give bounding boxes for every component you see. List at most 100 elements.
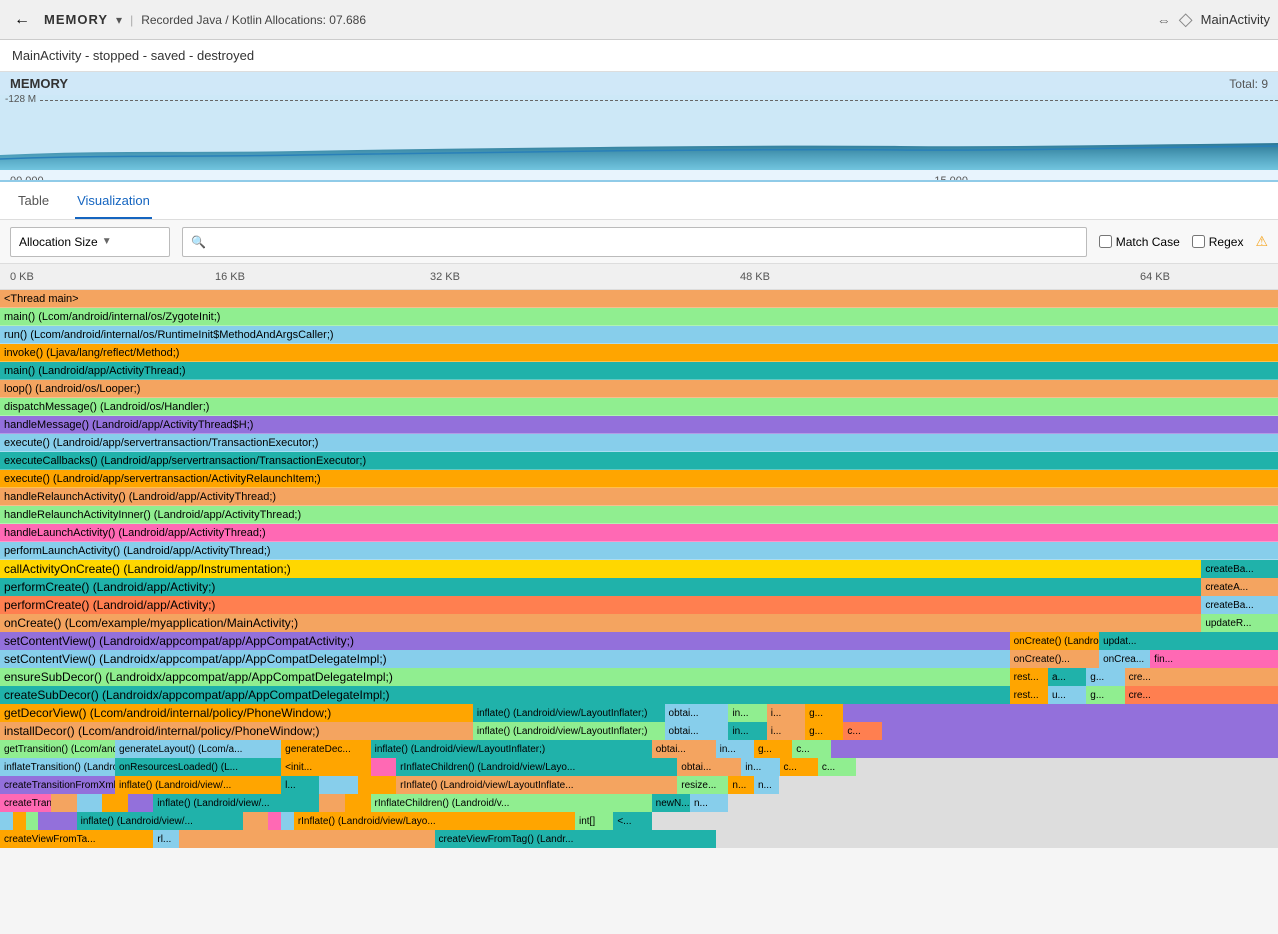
flame-row[interactable]: g...: [805, 704, 843, 722]
flame-row[interactable]: fin...: [1150, 650, 1278, 668]
flame-row[interactable]: [779, 776, 1278, 794]
flame-row[interactable]: cre...: [1125, 686, 1278, 704]
flame-row[interactable]: handleRelaunchActivity() (Landroid/app/A…: [0, 488, 1278, 506]
flame-row[interactable]: inflate() (Landroid/view/...: [77, 812, 243, 830]
flame-row[interactable]: createTransitionFromXml(...: [0, 776, 115, 794]
flame-row[interactable]: resize...: [677, 776, 728, 794]
flame-row[interactable]: in...: [741, 758, 779, 776]
regex-label[interactable]: Regex: [1192, 235, 1244, 249]
flame-row[interactable]: handleMessage() (Landroid/app/ActivityTh…: [0, 416, 1278, 434]
fit-icon[interactable]: ⇔: [1157, 12, 1171, 28]
match-case-label[interactable]: Match Case: [1099, 235, 1180, 249]
flame-row[interactable]: [831, 740, 1278, 758]
flame-row[interactable]: c...: [818, 758, 856, 776]
flame-row[interactable]: u...: [1048, 686, 1086, 704]
flame-row[interactable]: <...: [613, 812, 651, 830]
flame-row[interactable]: [128, 794, 154, 812]
flame-row[interactable]: getTransition() (Lcom/andr...: [0, 740, 115, 758]
flame-row[interactable]: obtai...: [652, 740, 716, 758]
flame-row[interactable]: handleRelaunchActivityInner() (Landroid/…: [0, 506, 1278, 524]
flame-row[interactable]: c...: [792, 740, 830, 758]
flame-row[interactable]: inflate() (Landroid/view/...: [153, 794, 319, 812]
flame-row[interactable]: i...: [767, 704, 805, 722]
flame-row[interactable]: [13, 812, 26, 830]
flame-row[interactable]: onResourcesLoaded() (L...: [115, 758, 281, 776]
flame-row[interactable]: <init...: [281, 758, 370, 776]
flame-row[interactable]: executeCallbacks() (Landroid/app/servert…: [0, 452, 1278, 470]
flame-row[interactable]: [38, 812, 76, 830]
flame-row[interactable]: [345, 794, 371, 812]
flame-row[interactable]: [358, 776, 396, 794]
flame-row[interactable]: [882, 722, 1278, 740]
flame-row[interactable]: obtai...: [665, 722, 729, 740]
flame-row[interactable]: createA...: [1201, 578, 1278, 596]
flame-row[interactable]: [51, 794, 77, 812]
flame-row[interactable]: createViewFromTa...: [0, 830, 153, 848]
flame-row[interactable]: n...: [754, 776, 780, 794]
flame-row[interactable]: setContentView() (Landroidx/appcompat/ap…: [0, 632, 1010, 650]
flame-row[interactable]: rInflateChildren() (Landroid/view/Layo..…: [396, 758, 677, 776]
toolbar-dropdown[interactable]: ▾: [116, 13, 122, 27]
flame-row[interactable]: rl...: [153, 830, 179, 848]
flame-row[interactable]: c...: [780, 758, 818, 776]
flame-row[interactable]: createBa...: [1201, 560, 1278, 578]
flame-row[interactable]: setContentView() (Landroidx/appcompat/ap…: [0, 650, 1010, 668]
flame-row[interactable]: cre...: [1125, 668, 1278, 686]
flame-row[interactable]: handleLaunchActivity() (Landroid/app/Act…: [0, 524, 1278, 542]
flame-row[interactable]: n...: [690, 794, 728, 812]
flame-row[interactable]: performCreate() (Landroid/app/Activity;): [0, 578, 1201, 596]
flame-row[interactable]: g...: [754, 740, 792, 758]
flame-row[interactable]: loop() (Landroid/os/Looper;): [0, 380, 1278, 398]
flame-row[interactable]: generateLayout() (Lcom/a...: [115, 740, 281, 758]
flame-row[interactable]: obtai...: [665, 704, 729, 722]
flame-row[interactable]: i...: [767, 722, 805, 740]
flame-row[interactable]: [77, 794, 103, 812]
flame-row[interactable]: [652, 812, 1278, 830]
flame-row[interactable]: inflate() (Landroid/view/...: [115, 776, 281, 794]
flame-row[interactable]: [319, 794, 345, 812]
flame-row[interactable]: a...: [1048, 668, 1086, 686]
flame-row[interactable]: [319, 776, 357, 794]
flame-row[interactable]: execute() (Landroid/app/servertransactio…: [0, 470, 1278, 488]
flame-row[interactable]: ensureSubDecor() (Landroidx/appcompat/ap…: [0, 668, 1010, 686]
pin-icon[interactable]: ◇: [1179, 9, 1193, 30]
flame-row[interactable]: l...: [281, 776, 319, 794]
flame-row[interactable]: rest...: [1010, 686, 1048, 704]
flame-row[interactable]: [268, 812, 281, 830]
flame-row[interactable]: [728, 794, 1278, 812]
flame-row[interactable]: dispatchMessage() (Landroid/os/Handler;): [0, 398, 1278, 416]
flame-row[interactable]: [179, 830, 435, 848]
flame-row[interactable]: g...: [805, 722, 843, 740]
flame-row[interactable]: generateDec...: [281, 740, 370, 758]
flame-row[interactable]: createViewFromTag() (Landr...: [435, 830, 716, 848]
flame-row[interactable]: [856, 758, 1278, 776]
match-case-checkbox[interactable]: [1099, 235, 1112, 248]
flame-row[interactable]: installDecor() (Lcom/android/internal/po…: [0, 722, 473, 740]
flame-row[interactable]: [843, 704, 1278, 722]
flame-row[interactable]: performCreate() (Landroid/app/Activity;): [0, 596, 1201, 614]
flame-row[interactable]: g...: [1086, 686, 1124, 704]
flame-row[interactable]: inflate() (Landroid/view/LayoutInflater;…: [371, 740, 652, 758]
flame-row[interactable]: onCrea...: [1099, 650, 1150, 668]
flame-row[interactable]: createSubDecor() (Landroidx/appcompat/ap…: [0, 686, 1010, 704]
flame-row[interactable]: run() (Lcom/android/internal/os/RuntimeI…: [0, 326, 1278, 344]
flame-row[interactable]: [716, 830, 1278, 848]
flame-row[interactable]: in...: [728, 704, 766, 722]
flame-row[interactable]: c...: [843, 722, 881, 740]
flame-row[interactable]: newN...: [652, 794, 690, 812]
flame-row[interactable]: performLaunchActivity() (Landroid/app/Ac…: [0, 542, 1278, 560]
tab-visualization[interactable]: Visualization: [75, 183, 152, 219]
flame-row[interactable]: invoke() (Ljava/lang/reflect/Method;): [0, 344, 1278, 362]
flame-row[interactable]: [0, 812, 13, 830]
flame-row[interactable]: inflateTransition() (Landroix...: [0, 758, 115, 776]
flame-row[interactable]: rInflate() (Landroid/view/LayoutInflate.…: [396, 776, 677, 794]
back-button[interactable]: ←: [8, 6, 36, 34]
flame-row[interactable]: main() (Landroid/app/ActivityThread;): [0, 362, 1278, 380]
flame-row[interactable]: execute() (Landroid/app/servertransactio…: [0, 434, 1278, 452]
tab-table[interactable]: Table: [16, 183, 51, 219]
flame-row[interactable]: rInflateChildren() (Landroid/v...: [371, 794, 652, 812]
flame-row[interactable]: [281, 812, 294, 830]
regex-checkbox[interactable]: [1192, 235, 1205, 248]
flame-row[interactable]: onCreate() (Landroid...: [1010, 632, 1099, 650]
flame-row[interactable]: obtai...: [677, 758, 741, 776]
